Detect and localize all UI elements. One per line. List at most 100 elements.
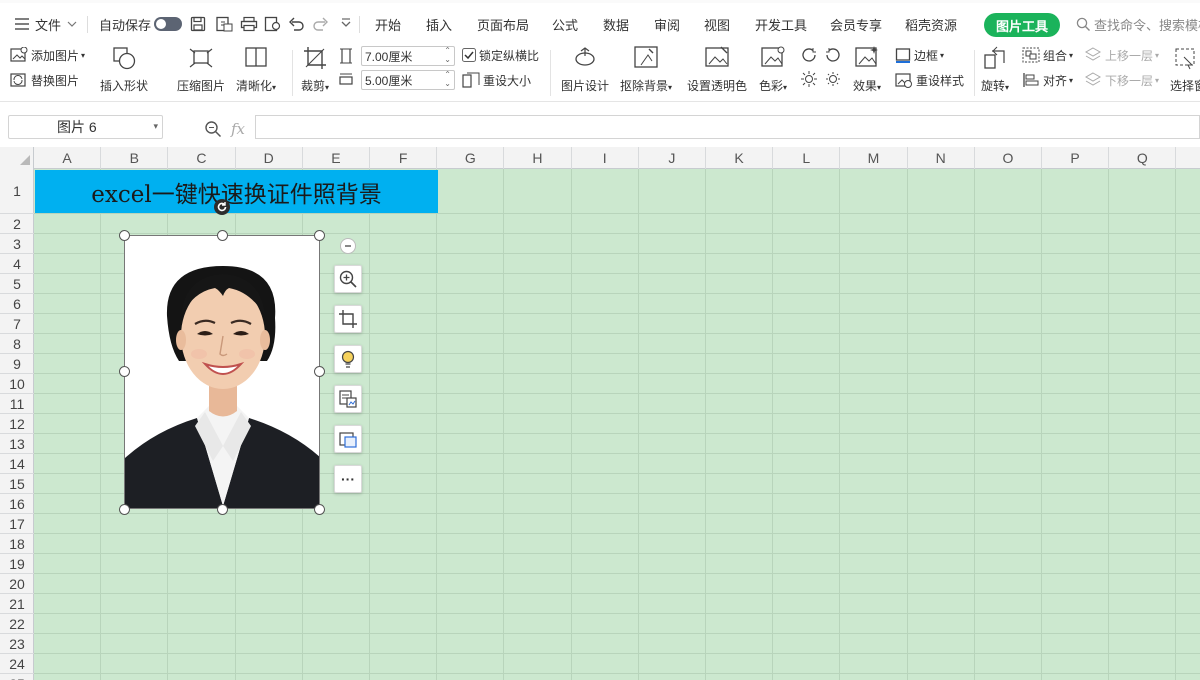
width-spinner[interactable]: ⌃ ⌄ <box>444 70 451 88</box>
resize-handle-right[interactable] <box>314 366 325 377</box>
sharpen-button[interactable]: 清晰化▾ <box>236 45 276 94</box>
undo-button[interactable] <box>288 11 304 37</box>
resize-handle-top-left[interactable] <box>119 230 130 241</box>
lock-aspect-ratio-checkbox[interactable]: 锁定纵横比 <box>462 46 539 64</box>
row-header-24[interactable]: 24 <box>0 654 34 674</box>
row-header-7[interactable]: 7 <box>0 314 34 334</box>
color-button[interactable]: 色彩▾ <box>759 45 787 94</box>
column-header-l[interactable]: L <box>773 147 841 169</box>
reset-style-button[interactable]: 重设样式 <box>895 71 964 89</box>
align-button[interactable]: 对齐 ▾ <box>1022 71 1073 89</box>
tab-view[interactable]: 视图 <box>704 11 730 37</box>
print-button[interactable] <box>240 11 258 37</box>
tab-home[interactable]: 开始 <box>375 11 401 37</box>
row-header-18[interactable]: 18 <box>0 534 34 554</box>
row-header-5[interactable]: 5 <box>0 274 34 294</box>
brightness-down-button[interactable] <box>824 46 842 64</box>
formula-input[interactable] <box>255 115 1200 139</box>
column-header-h[interactable]: H <box>504 147 572 169</box>
column-header-o[interactable]: O <box>975 147 1042 169</box>
border-button[interactable]: 边框 ▾ <box>895 46 944 64</box>
column-header-e[interactable]: E <box>303 147 370 169</box>
rotate-button[interactable]: 旋转▾ <box>981 45 1009 94</box>
crop-button[interactable]: 裁剪▾ <box>301 45 329 94</box>
tab-member[interactable]: 会员专享 <box>830 11 882 37</box>
crop-picture-button[interactable] <box>334 305 362 333</box>
row-header-14[interactable]: 14 <box>0 454 34 474</box>
picture-design-button[interactable]: 图片设计 <box>561 45 609 94</box>
column-header-f[interactable]: F <box>370 147 438 169</box>
resize-handle-bottom-right[interactable] <box>314 504 325 515</box>
title-cell-a1[interactable]: excel一键快速换证件照背景 <box>35 170 438 213</box>
height-spinner[interactable]: ⌃ ⌄ <box>444 46 451 64</box>
zoom-picture-button[interactable] <box>334 265 362 293</box>
compress-picture-button[interactable]: 压缩图片 <box>177 45 225 94</box>
row-header-1[interactable]: 1 <box>0 169 34 214</box>
tab-page-layout[interactable]: 页面布局 <box>477 11 529 37</box>
tab-insert[interactable]: 插入 <box>426 11 452 37</box>
name-box[interactable]: 图片 6 ▾ <box>8 115 163 139</box>
row-header-16[interactable]: 16 <box>0 494 34 514</box>
column-header-d[interactable]: D <box>236 147 303 169</box>
contrast-up-button[interactable] <box>800 70 818 88</box>
column-header-c[interactable]: C <box>168 147 236 169</box>
insert-function-button[interactable]: fx <box>231 116 245 142</box>
column-header-g[interactable]: G <box>437 147 505 169</box>
column-header-p[interactable]: P <box>1042 147 1110 169</box>
file-menu[interactable]: 文件 <box>14 11 77 37</box>
column-header-m[interactable]: M <box>840 147 908 169</box>
row-header-23[interactable]: 23 <box>0 634 34 654</box>
add-picture-button[interactable]: 添加图片 ▾ <box>10 46 85 64</box>
send-backward-button[interactable]: 下移一层 ▾ <box>1084 71 1159 89</box>
row-header-20[interactable]: 20 <box>0 574 34 594</box>
row-header-19[interactable]: 19 <box>0 554 34 574</box>
row-header-4[interactable]: 4 <box>0 254 34 274</box>
reset-size-button[interactable]: 重设大小 <box>462 71 531 89</box>
column-header-i[interactable]: I <box>572 147 639 169</box>
select-all-corner[interactable] <box>0 147 34 169</box>
column-header-k[interactable]: K <box>706 147 774 169</box>
row-header-17[interactable]: 17 <box>0 514 34 534</box>
selection-pane-button[interactable]: 选择窗格 <box>1170 45 1200 94</box>
row-header-11[interactable]: 11 <box>0 394 34 414</box>
replace-picture-button[interactable]: 替换图片 <box>10 71 79 89</box>
resize-handle-top-right[interactable] <box>314 230 325 241</box>
row-header-2[interactable]: 2 <box>0 214 34 234</box>
export-pdf-button[interactable] <box>215 11 233 37</box>
row-header-13[interactable]: 13 <box>0 434 34 454</box>
resize-handle-left[interactable] <box>119 366 130 377</box>
redo-button[interactable] <box>313 11 329 37</box>
rotate-handle[interactable] <box>214 199 230 215</box>
save-button[interactable] <box>190 11 206 37</box>
id-photo-picture[interactable] <box>124 235 320 509</box>
height-input[interactable]: 7.00厘米 ⌃ ⌄ <box>361 46 455 66</box>
effects-button[interactable]: 效果▾ <box>853 45 881 94</box>
tab-docer-resources[interactable]: 稻壳资源 <box>905 11 957 37</box>
column-header-q[interactable]: Q <box>1109 147 1177 169</box>
row-header-15[interactable]: 15 <box>0 474 34 494</box>
tab-data[interactable]: 数据 <box>603 11 629 37</box>
row-header-22[interactable]: 22 <box>0 614 34 634</box>
tab-review[interactable]: 审阅 <box>654 11 680 37</box>
tab-developer[interactable]: 开发工具 <box>755 11 807 37</box>
row-header-21[interactable]: 21 <box>0 594 34 614</box>
row-header-12[interactable]: 12 <box>0 414 34 434</box>
row-header-8[interactable]: 8 <box>0 334 34 354</box>
set-transparent-color-button[interactable]: 设置透明色 <box>687 45 747 94</box>
row-header-25[interactable]: 25 <box>0 674 34 680</box>
more-options-button[interactable]: ··· <box>334 465 362 493</box>
command-search[interactable]: 查找命令、搜索模板 <box>1076 11 1200 37</box>
smart-suggestion-button[interactable] <box>334 345 362 373</box>
autosave-toggle[interactable] <box>154 17 182 31</box>
row-header-3[interactable]: 3 <box>0 234 34 254</box>
replace-picture-float-button[interactable] <box>334 425 362 453</box>
brightness-up-button[interactable] <box>800 46 818 64</box>
contrast-down-button[interactable] <box>824 70 842 88</box>
bring-forward-button[interactable]: 上移一层 ▾ <box>1084 46 1159 64</box>
print-preview-button[interactable] <box>264 11 282 37</box>
tab-picture-tools[interactable]: 图片工具 <box>984 13 1060 37</box>
row-header-10[interactable]: 10 <box>0 374 34 394</box>
column-header-b[interactable]: B <box>101 147 169 169</box>
group-button[interactable]: 组合 ▾ <box>1022 46 1073 64</box>
quick-access-more-button[interactable] <box>340 11 352 37</box>
